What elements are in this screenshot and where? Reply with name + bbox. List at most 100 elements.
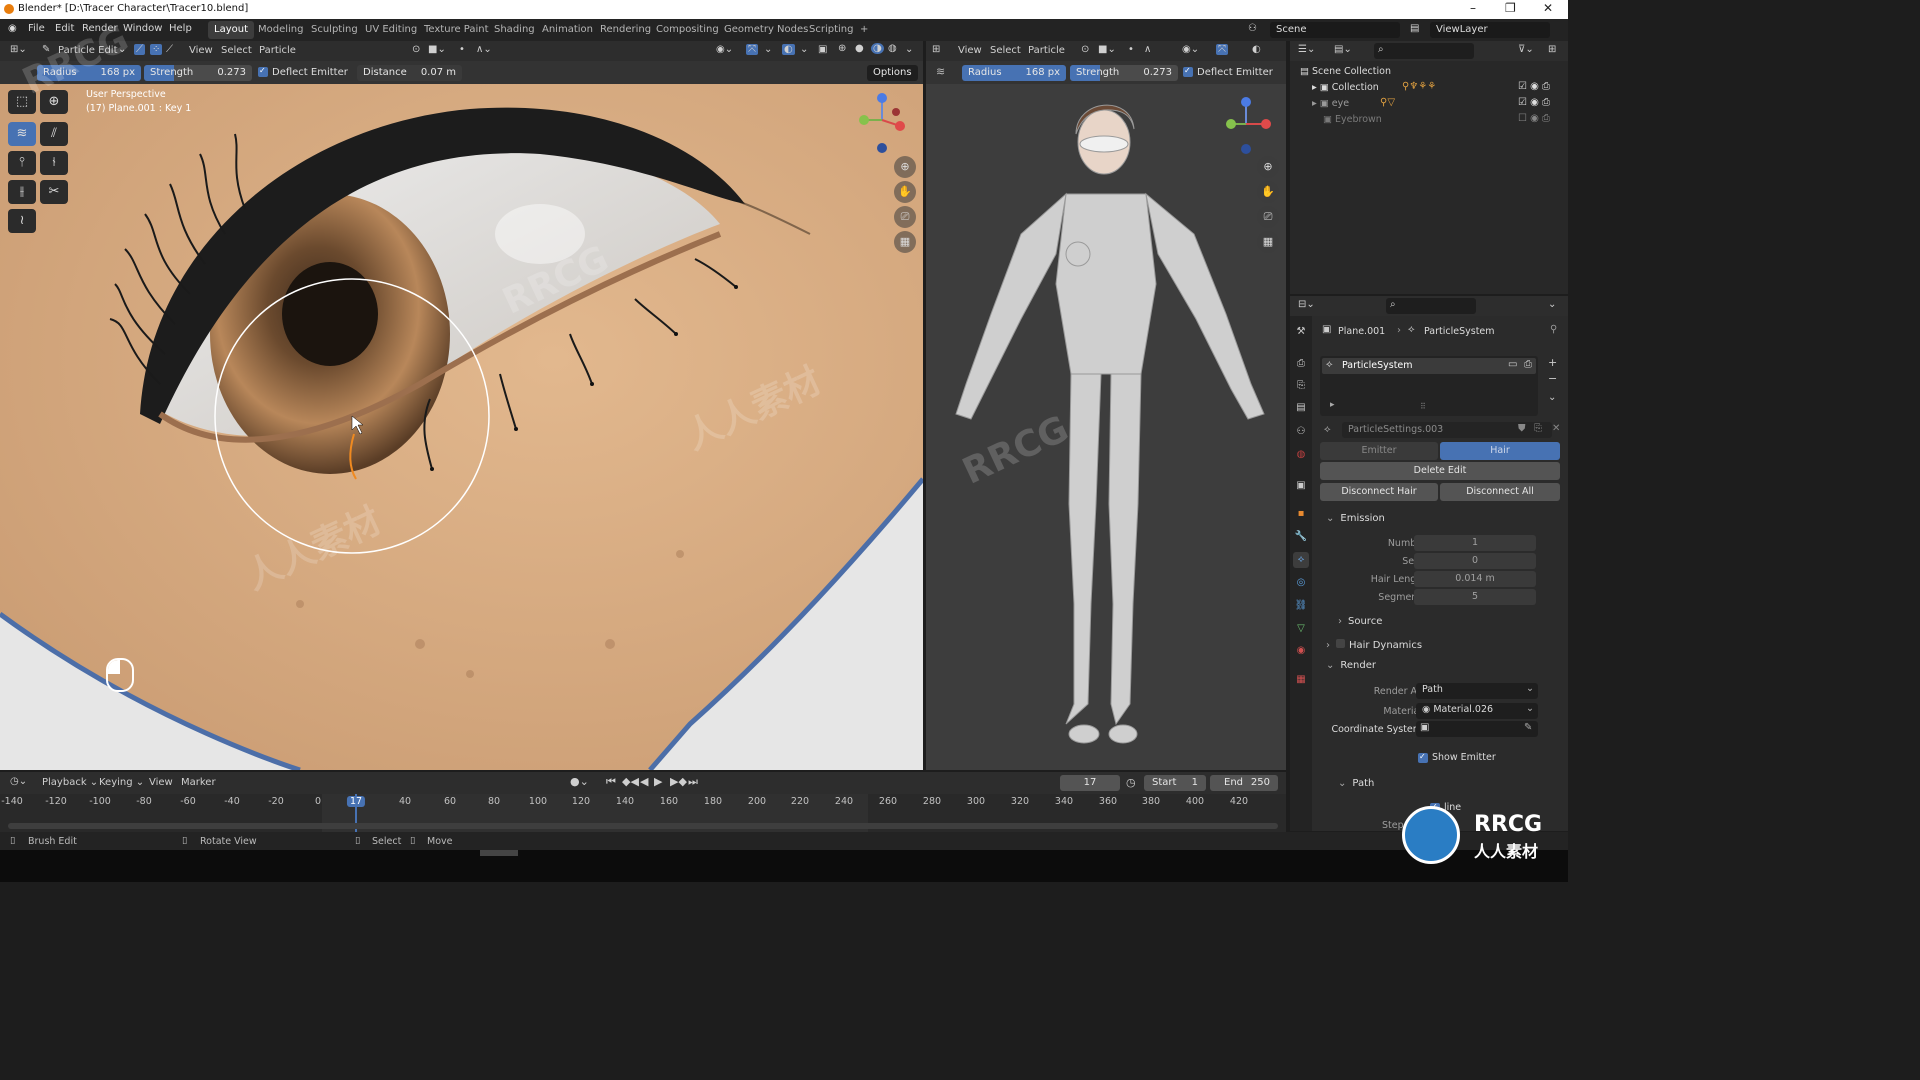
disconnect-hair-button[interactable]: Disconnect Hair: [1320, 483, 1438, 501]
navigation-gizmo[interactable]: [852, 90, 912, 156]
mode-selector[interactable]: Particle Edit: [58, 45, 118, 56]
gizmo-icon[interactable]: ⤧: [746, 44, 758, 55]
properties-editor-icon[interactable]: ⊟⌄: [1298, 299, 1315, 310]
right-proportional-icon[interactable]: ⊙: [1081, 44, 1089, 55]
remove-particle-system-button[interactable]: −: [1548, 372, 1557, 385]
radius-field[interactable]: Radius 168 px: [37, 65, 141, 81]
right-editor-type-icon[interactable]: ⊞: [932, 44, 940, 55]
current-frame-field[interactable]: 17: [1060, 775, 1120, 791]
tab-uv-editing[interactable]: UV Editing: [359, 21, 423, 39]
outliner-editor-icon[interactable]: ☰⌄: [1298, 44, 1315, 55]
tab-layout[interactable]: Layout: [208, 21, 254, 39]
length-tool-icon[interactable]: ⫮: [40, 151, 68, 175]
display-mode-icon[interactable]: ▤⌄: [1334, 44, 1352, 55]
add-tool-icon[interactable]: ⫯: [8, 151, 36, 175]
delete-edit-button[interactable]: Delete Edit: [1320, 462, 1560, 480]
prev-keyframe-icon[interactable]: ◆◀: [622, 775, 639, 788]
select-mode-tip-icon[interactable]: ⟋: [166, 44, 173, 55]
collection-tab-icon[interactable]: ▣: [1293, 478, 1309, 494]
particle-settings-field[interactable]: ParticleSettings.003 ⛊ ⎘: [1342, 422, 1552, 438]
hair-dynamics-checkbox[interactable]: [1336, 639, 1345, 648]
menu-window[interactable]: Window: [123, 23, 162, 34]
right-radius-field[interactable]: Radius 168 px: [962, 65, 1066, 81]
timeline-editor-icon[interactable]: ◷⌄: [10, 776, 27, 787]
right-pan-hand-icon[interactable]: ✋: [1257, 181, 1279, 203]
right-menu-select[interactable]: Select: [990, 45, 1021, 56]
hair-length-field[interactable]: 0.014 m: [1414, 571, 1536, 587]
outliner-row-scene-collection[interactable]: ▤ Scene Collection: [1300, 66, 1391, 77]
new-collection-icon[interactable]: ⊞: [1548, 44, 1556, 55]
editor-type-icon[interactable]: ⊞⌄: [10, 44, 27, 55]
camera-icon[interactable]: ⎚: [894, 206, 916, 228]
play-icon[interactable]: ▶: [654, 775, 662, 788]
menu-edit[interactable]: Edit: [55, 23, 74, 34]
eyebrown-checkbox[interactable]: ☐ ◉ ⎙: [1518, 113, 1550, 124]
tool-tab-icon[interactable]: ⚒: [1293, 324, 1309, 340]
pivot-icon[interactable]: •: [459, 44, 465, 55]
eye-checkbox[interactable]: ☑ ◉ ⎙: [1518, 97, 1550, 108]
comb-tool-icon[interactable]: ≋: [8, 122, 36, 146]
menu-keying[interactable]: Keying ⌄: [99, 777, 144, 788]
properties-options-icon[interactable]: ⌄: [1548, 299, 1556, 310]
right-ortho-grid-icon[interactable]: ▦: [1257, 231, 1279, 253]
gizmo-dropdown-icon[interactable]: ⌄: [764, 44, 772, 55]
tab-scripting[interactable]: Scripting: [803, 21, 859, 39]
deflect-emitter-checkbox[interactable]: Deflect Emitter: [258, 66, 348, 78]
right-snap-icon[interactable]: ■⌄: [1098, 44, 1116, 55]
right-camera-icon[interactable]: ⎚: [1257, 206, 1279, 228]
outliner-row-eyebrown[interactable]: ▣ Eyebrown: [1323, 114, 1382, 125]
snap-icon[interactable]: ■⌄: [428, 44, 446, 55]
right-menu-particle[interactable]: Particle: [1028, 45, 1065, 56]
number-field[interactable]: 1: [1414, 535, 1536, 551]
material-tab-icon[interactable]: ◉: [1293, 643, 1309, 659]
material-shading-icon[interactable]: ◑: [871, 43, 884, 54]
menu-marker[interactable]: Marker: [181, 777, 216, 788]
left-3d-viewport[interactable]: User Perspective (17) Plane.001 : Key 1 …: [0, 84, 923, 770]
xray-icon[interactable]: ▣: [818, 44, 827, 55]
timeline-scrollbar[interactable]: [8, 823, 1278, 829]
viewlayer-field[interactable]: ViewLayer: [1430, 22, 1550, 38]
disconnect-all-button[interactable]: Disconnect All: [1440, 483, 1560, 501]
timeline-menu-view[interactable]: View: [149, 777, 173, 788]
material-dropdown[interactable]: ◉ Material.026: [1416, 703, 1538, 719]
tab-rendering[interactable]: Rendering: [594, 21, 657, 39]
list-resize-handle[interactable]: ⠿: [1420, 402, 1426, 411]
select-mode-point-icon[interactable]: ⁘: [150, 44, 163, 55]
tab-geometry-nodes[interactable]: Geometry Nodes: [718, 21, 814, 39]
close-button[interactable]: ✕: [1543, 1, 1553, 15]
right-menu-view[interactable]: View: [958, 45, 982, 56]
menu-render[interactable]: Render: [82, 23, 118, 34]
ortho-grid-icon[interactable]: ▦: [894, 231, 916, 253]
right-falloff-icon[interactable]: ∧: [1144, 44, 1151, 55]
zoom-icon[interactable]: ⊕: [894, 156, 916, 178]
puff-tool-icon[interactable]: ⫲: [8, 180, 36, 204]
falloff-icon[interactable]: ∧⌄: [476, 44, 492, 55]
add-workspace-button[interactable]: +: [854, 21, 874, 39]
overlays-dropdown-icon[interactable]: ⌄: [800, 44, 808, 55]
shading-dropdown-icon[interactable]: ⌄: [905, 44, 913, 55]
weight-tool-icon[interactable]: ≀: [8, 209, 36, 233]
end-frame-field[interactable]: End 250: [1210, 775, 1278, 791]
menu-view[interactable]: View: [189, 45, 213, 56]
maximize-button[interactable]: ❐: [1505, 1, 1516, 15]
wireframe-shading-icon[interactable]: ⊕: [838, 43, 846, 54]
breadcrumb-particle-system[interactable]: ParticleSystem: [1424, 326, 1495, 337]
record-icon[interactable]: ●⌄: [570, 775, 589, 788]
next-keyframe-icon[interactable]: ▶◆: [670, 775, 687, 788]
right-3d-viewport[interactable]: ⊕ ✋ ⎚ ▦: [926, 84, 1286, 770]
world-tab-icon[interactable]: ◍: [1293, 447, 1309, 463]
show-emitter-checkbox[interactable]: Show Emitter: [1418, 752, 1496, 763]
constraints-tab-icon[interactable]: ⛓: [1293, 598, 1309, 614]
scene-tab-icon[interactable]: ⚇: [1293, 424, 1309, 440]
tab-compositing[interactable]: Compositing: [650, 21, 725, 39]
right-visibility-icon[interactable]: ◉⌄: [1182, 44, 1199, 55]
minimize-button[interactable]: –: [1470, 1, 1476, 15]
tab-sculpting[interactable]: Sculpting: [305, 21, 364, 39]
emission-panel-header[interactable]: Emission: [1326, 513, 1385, 524]
cut-tool-icon[interactable]: ✂: [40, 180, 68, 204]
overlays-icon[interactable]: ◐: [782, 44, 795, 55]
jump-start-icon[interactable]: ⏮: [606, 775, 616, 789]
scene-icon[interactable]: ⚇: [1248, 23, 1257, 34]
data-tab-icon[interactable]: ▽: [1293, 621, 1309, 637]
eyedropper-icon[interactable]: ✎: [1524, 722, 1532, 733]
